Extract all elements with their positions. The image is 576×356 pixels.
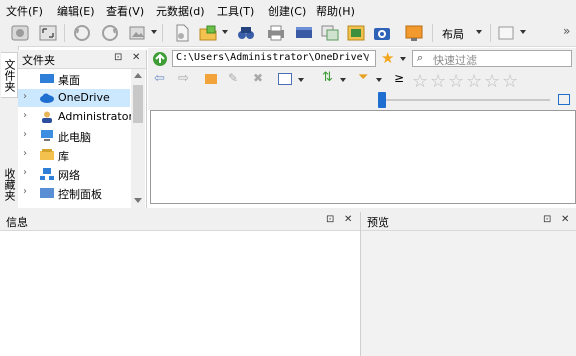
menu-tools[interactable]: 工具(T) (217, 3, 254, 19)
image-edit-icon[interactable] (128, 23, 148, 43)
info-panel-body (0, 231, 360, 356)
tab-favorites[interactable]: 收藏夹 (1, 162, 17, 206)
info-panel-title: 信息 (6, 216, 28, 229)
tree-item-desktop[interactable]: 桌面 (18, 70, 130, 88)
rename-icon[interactable]: ✎ (228, 71, 238, 85)
address-path: C:\Users\Administrator\OneDrive\ (176, 52, 369, 63)
rating-operator[interactable]: ≥ (394, 71, 404, 85)
tree-item-library[interactable]: › 库 (18, 146, 130, 164)
forward-icon[interactable]: ⇨ (178, 71, 189, 86)
preview-panel-header: 预览 ⊡ ✕ (361, 212, 576, 231)
thumbnail-size-slider[interactable] (378, 92, 386, 108)
rating-star-icon[interactable]: ☆ (448, 71, 464, 92)
rotate-right-icon[interactable] (100, 23, 120, 43)
info-panel: 信息 ⊡ ✕ (0, 212, 361, 356)
address-bar-row: C:\Users\Administrator\OneDrive\ ∨ ★ ⌕ 快… (148, 48, 576, 70)
view-mode-icon[interactable] (278, 73, 292, 85)
tree-item-this-pc[interactable]: › 此电脑 (18, 127, 130, 145)
preview-panel: 预览 ⊡ ✕ (361, 212, 576, 356)
scroll-up-icon[interactable] (134, 73, 142, 78)
cloud-icon (40, 92, 54, 104)
preview-panel-title: 预览 (367, 216, 389, 229)
pin-icon[interactable]: ⊡ (114, 52, 122, 63)
toolbar-overflow[interactable]: » (563, 24, 570, 38)
scroll-down-icon[interactable] (134, 198, 142, 203)
desktop-icon (40, 73, 54, 85)
address-dropdown-icon[interactable]: ∨ (363, 52, 370, 63)
rating-filter[interactable]: ☆ ☆ ☆ ☆ ☆ ☆ (412, 70, 522, 92)
rating-star-icon[interactable]: ☆ (466, 71, 482, 92)
menu-create[interactable]: 创建(C) (268, 3, 306, 19)
settings-icon[interactable] (10, 23, 30, 43)
rating-star-icon[interactable]: ☆ (484, 71, 500, 92)
rotate-left-icon[interactable] (72, 23, 92, 43)
delete-icon[interactable]: ✖ (253, 71, 263, 85)
menu-file[interactable]: 文件(F) (6, 3, 43, 19)
search-placeholder: 快速过滤 (433, 54, 477, 67)
view-options-icon[interactable] (496, 23, 516, 43)
new-document-icon[interactable] (172, 23, 192, 43)
side-tab-strip: 文件夹 收藏夹 … (0, 46, 19, 224)
close-icon[interactable]: ✕ (132, 52, 140, 63)
layout-button[interactable]: 布局 (442, 26, 464, 42)
info-panel-header: 信息 ⊡ ✕ (0, 212, 360, 231)
close-icon[interactable]: ✕ (344, 214, 352, 225)
rating-star-icon[interactable]: ☆ (502, 71, 518, 92)
rating-star-icon[interactable]: ☆ (430, 71, 446, 92)
menu-help[interactable]: 帮助(H) (316, 3, 355, 19)
back-icon[interactable]: ⇦ (154, 71, 165, 86)
go-up-icon[interactable] (152, 51, 168, 67)
open-folder-icon[interactable] (198, 23, 218, 43)
menu-edit[interactable]: 编辑(E) (57, 3, 95, 19)
filter-row: ⇦ ⇨ ✎ ✖ ⇅ ⏷ ≥ ☆ ☆ ☆ ☆ ☆ ☆ (148, 70, 576, 92)
control-panel-icon (40, 187, 54, 199)
slider-row (148, 90, 576, 110)
folder-tree: 桌面 › OneDrive › Administrator › 此电脑 › 库 … (18, 69, 131, 208)
wallpaper-icon[interactable] (404, 23, 424, 43)
fullscreen-icon[interactable] (38, 23, 58, 43)
tree-item-control-panel[interactable]: › 控制面板 (18, 184, 130, 202)
search-icon: ⌕ (417, 51, 424, 64)
toolbar: 布局 » (0, 20, 576, 47)
scroll-thumb[interactable] (133, 85, 143, 123)
slideshow-icon[interactable] (346, 23, 366, 43)
scan-icon[interactable] (294, 23, 314, 43)
menu-view[interactable]: 查看(V) (106, 3, 144, 19)
filter-icon[interactable]: ⏷ (358, 70, 368, 85)
close-icon[interactable]: ✕ (561, 214, 569, 225)
menu-bar: 文件(F) 编辑(E) 查看(V) 元数据(d) 工具(T) 创建(C) 帮助(… (0, 0, 576, 21)
tree-item-network[interactable]: › 网络 (18, 165, 130, 183)
address-input[interactable]: C:\Users\Administrator\OneDrive\ ∨ (172, 50, 376, 67)
thumbnail-size-icon[interactable] (558, 94, 570, 105)
favorite-star-icon[interactable]: ★ (381, 49, 394, 67)
file-list-area[interactable] (150, 110, 576, 204)
tree-item-onedrive[interactable]: › OneDrive (18, 89, 130, 107)
tree-item-administrator[interactable]: › Administrator (18, 108, 131, 126)
network-icon (40, 168, 54, 180)
menu-metadata[interactable]: 元数据(d) (156, 3, 205, 19)
camera-icon[interactable] (372, 23, 392, 43)
thumbnail-size-track[interactable] (378, 99, 550, 101)
pin-icon[interactable]: ⊡ (326, 214, 334, 225)
sort-icon[interactable]: ⇅ (322, 70, 333, 85)
tab-folders[interactable]: 文件夹 (1, 52, 18, 98)
folder-panel-header: 文件夹 ⊡ ✕ (18, 50, 146, 69)
library-icon (40, 149, 54, 161)
tree-scrollbar[interactable] (131, 69, 145, 208)
preview-panel-body (361, 231, 576, 356)
print-icon[interactable] (266, 23, 286, 43)
rating-star-icon[interactable]: ☆ (412, 71, 428, 92)
computer-icon (40, 130, 54, 142)
convert-icon[interactable] (320, 23, 340, 43)
quick-filter-field[interactable]: ⌕ 快速过滤 (412, 50, 572, 67)
user-icon (40, 111, 54, 123)
folder-panel: 文件夹 ⊡ ✕ 桌面 › OneDrive › Administrator › … (18, 50, 147, 208)
new-folder-icon[interactable] (205, 74, 217, 84)
pin-icon[interactable]: ⊡ (543, 214, 551, 225)
folder-panel-title: 文件夹 (22, 54, 55, 67)
find-icon[interactable] (236, 23, 256, 43)
